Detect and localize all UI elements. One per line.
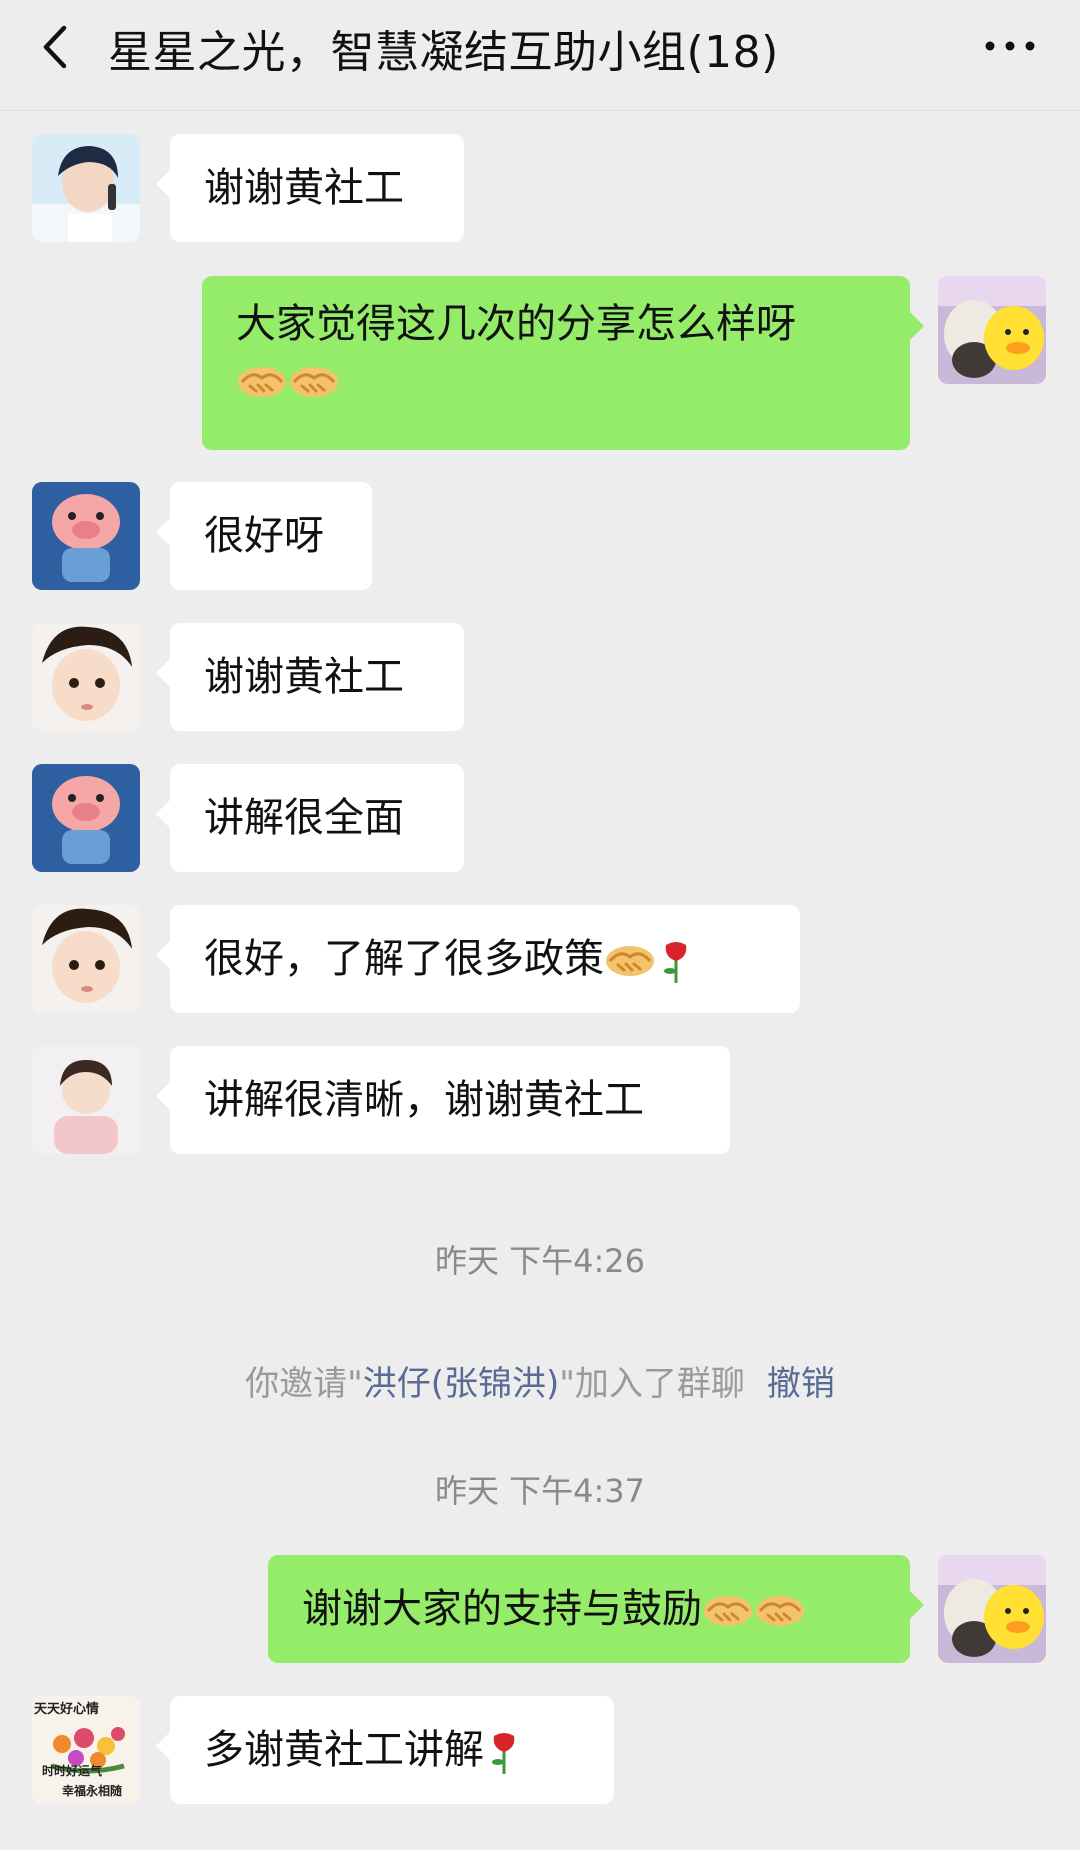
system-message: 你邀请"洪仔(张锦洪)"加入了群聊 撤销 <box>0 1356 1080 1405</box>
avatar[interactable] <box>32 764 140 872</box>
message-bubble[interactable]: 多谢黄社工讲解 <box>156 1696 614 1804</box>
avatar-caption: 时时好运气 <box>42 1764 103 1778</box>
system-message-suffix: "加入了群聊 <box>559 1364 745 1404</box>
avatar[interactable] <box>32 482 140 590</box>
handshake-icon <box>606 946 654 976</box>
avatar[interactable]: 天天好心情 时时好运气 幸福永相随 <box>32 1696 140 1804</box>
message-bubble[interactable]: 讲解很清晰，谢谢黄社工 <box>156 1046 730 1154</box>
message-text: 多谢黄社工讲解 <box>204 1727 484 1773</box>
message-bubble[interactable]: 谢谢黄社工 <box>156 623 464 731</box>
message-bubble[interactable]: 谢谢大家的支持与鼓励 <box>268 1555 924 1663</box>
message-text: 讲解很全面 <box>204 795 404 841</box>
timestamp: 昨天 下午4:37 <box>434 1472 646 1510</box>
avatar[interactable] <box>32 905 140 1013</box>
self-avatar[interactable] <box>938 1555 1046 1663</box>
handshake-icon <box>704 1596 752 1626</box>
handshake-icon <box>290 367 338 397</box>
message-bubble[interactable]: 很好，了解了很多政策 <box>156 905 800 1013</box>
undo-invite-link[interactable]: 撤销 <box>767 1364 835 1404</box>
message-text: 很好，了解了很多政策 <box>204 936 604 982</box>
message-text: 谢谢大家的支持与鼓励 <box>302 1586 702 1632</box>
message-bubble[interactable]: 谢谢黄社工 <box>156 134 464 242</box>
system-message-prefix: 你邀请" <box>245 1364 363 1404</box>
message-text: 谢谢黄社工 <box>204 165 404 211</box>
message-text: 讲解很清晰，谢谢黄社工 <box>204 1077 644 1123</box>
handshake-icon <box>238 367 286 397</box>
avatar-caption: 天天好心情 <box>34 1702 100 1717</box>
message-text: 大家觉得这几次的分享怎么样呀 <box>236 301 796 347</box>
rose-icon <box>664 942 687 983</box>
handshake-icon <box>756 1596 804 1626</box>
more-dots-icon[interactable] <box>980 26 1040 66</box>
message-bubble[interactable]: 很好呀 <box>156 482 372 590</box>
self-avatar[interactable] <box>938 276 1046 384</box>
avatar[interactable] <box>32 623 140 731</box>
avatar-caption: 幸福永相随 <box>62 1784 123 1798</box>
timestamp: 昨天 下午4:26 <box>434 1242 646 1280</box>
invited-user-link[interactable]: 洪仔(张锦洪) <box>363 1364 560 1404</box>
chevron-left-icon[interactable] <box>32 22 82 72</box>
message-bubble[interactable]: 讲解很全面 <box>156 764 464 872</box>
chat-title: 星星之光，智慧凝结互助小组(18) <box>108 27 779 78</box>
avatar[interactable] <box>32 134 140 242</box>
rose-icon <box>492 1733 515 1774</box>
message-text: 谢谢黄社工 <box>204 654 404 700</box>
avatar[interactable] <box>32 1046 140 1154</box>
message-bubble[interactable]: 大家觉得这几次的分享怎么样呀 <box>202 276 924 450</box>
message-text: 很好呀 <box>204 513 324 559</box>
chat-header: 星星之光，智慧凝结互助小组(18) <box>0 0 1080 111</box>
